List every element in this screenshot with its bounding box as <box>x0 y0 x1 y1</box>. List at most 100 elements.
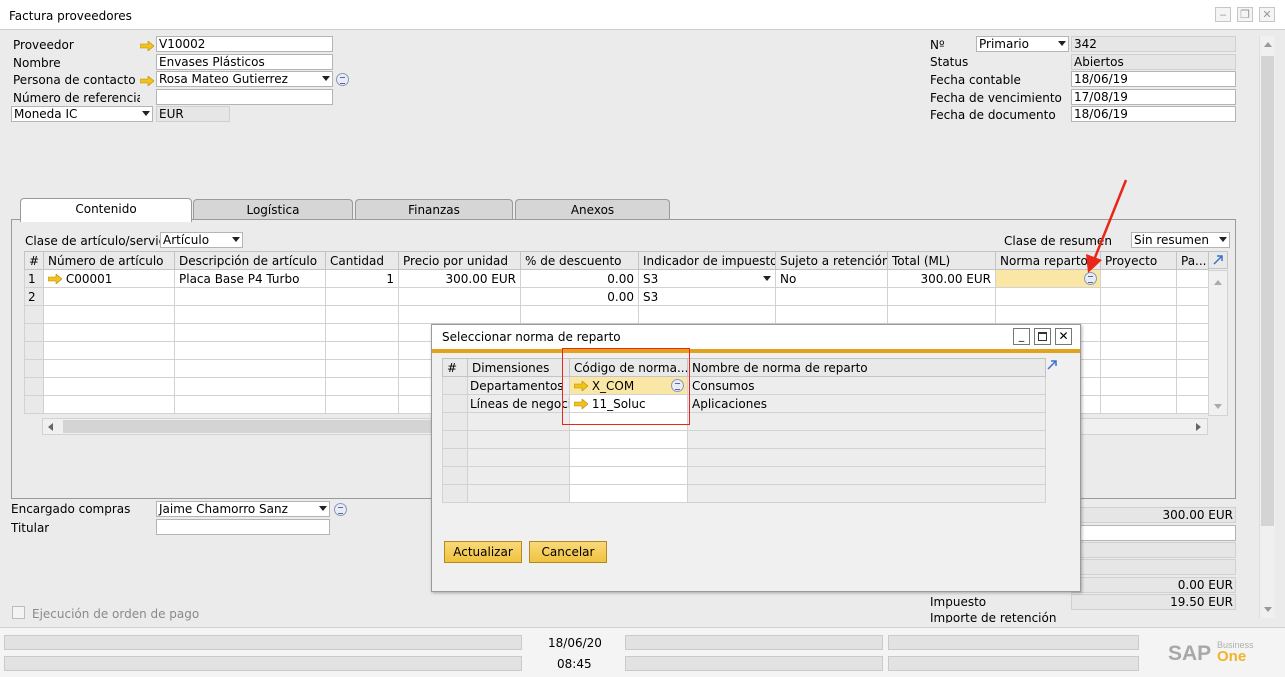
table-row[interactable]: 2 0.00 S3 <box>24 287 1209 306</box>
total-cell[interactable]: 300.00 EUR <box>887 269 996 288</box>
fecha-vencimiento-field[interactable]: 17/08/19 <box>1071 89 1236 105</box>
link-arrow-icon[interactable] <box>139 75 155 89</box>
table-row[interactable] <box>442 466 1046 485</box>
chevron-down-icon <box>1219 237 1227 242</box>
col-header[interactable]: Cantidad <box>325 251 399 270</box>
col-header[interactable]: # <box>442 358 468 377</box>
dialog-accent-bar <box>432 349 1080 353</box>
col-header[interactable]: # <box>24 251 44 270</box>
list-icon[interactable] <box>334 503 347 516</box>
moneda-field: EUR <box>156 106 230 122</box>
retencion-cell[interactable]: No <box>775 269 888 288</box>
descuento-cell[interactable]: 0.00 <box>520 269 639 288</box>
descuento-pct-field[interactable] <box>1071 525 1236 541</box>
link-arrow-icon[interactable] <box>139 40 155 54</box>
fecha-contable-field[interactable]: 18/06/19 <box>1071 71 1236 87</box>
table-row[interactable] <box>442 448 1046 467</box>
minimize-button[interactable]: ‒ <box>1215 7 1231 22</box>
contacto-label: Persona de contacto <box>13 73 136 87</box>
tab-logistica[interactable]: Logística <box>193 199 353 220</box>
scroll-up-icon[interactable] <box>1214 280 1222 285</box>
grid-vscrollbar[interactable] <box>1208 270 1228 416</box>
descuento-cell[interactable]: 0.00 <box>520 287 639 306</box>
norma-reparto-dialog: Seleccionar norma de reparto _ ✕ # Dimen… <box>431 324 1081 592</box>
cantidad-cell[interactable] <box>325 287 399 306</box>
pa-cell[interactable] <box>1176 269 1209 288</box>
scroll-right-icon[interactable] <box>1196 423 1201 431</box>
col-header[interactable]: Sujeto a retención <box>775 251 888 270</box>
norma-reparto-cell[interactable] <box>995 287 1101 306</box>
status-box <box>625 656 883 671</box>
titular-field[interactable] <box>156 519 330 535</box>
precio-cell[interactable]: 300.00 EUR <box>398 269 521 288</box>
scroll-up-icon[interactable] <box>1264 42 1272 47</box>
encargado-select[interactable]: Jaime Chamorro Sanz <box>156 501 330 517</box>
dialog-close-button[interactable]: ✕ <box>1055 328 1072 345</box>
col-header[interactable]: % de descuento <box>520 251 639 270</box>
scroll-left-icon[interactable] <box>48 423 53 431</box>
grid-header-row: # Número de artículo Descripción de artí… <box>24 251 1209 270</box>
descripcion-cell[interactable] <box>174 287 326 306</box>
col-header[interactable]: Pa... <box>1176 251 1209 270</box>
ejecucion-checkbox[interactable] <box>12 606 25 619</box>
close-button[interactable]: ✕ <box>1259 7 1275 22</box>
chevron-down-icon <box>763 276 771 281</box>
articulo-cell[interactable]: C00001 <box>43 269 175 288</box>
maximize-button[interactable]: ❐ <box>1237 7 1253 22</box>
table-row[interactable]: Líneas de negocio 11_Soluc Aplicaciones <box>442 394 1046 413</box>
contacto-select[interactable]: Rosa Mateo Gutierrez <box>156 71 333 87</box>
col-header[interactable]: Número de artículo <box>43 251 175 270</box>
articulo-cell[interactable] <box>43 287 175 306</box>
impuesto-cell[interactable]: S3 <box>638 269 776 288</box>
scroll-down-icon[interactable] <box>1214 404 1222 409</box>
fecha-documento-field[interactable]: 18/06/19 <box>1071 106 1236 122</box>
table-row[interactable]: 1 C00001 Placa Base P4 Turbo 1 300.00 EU… <box>24 269 1209 288</box>
col-header[interactable]: Precio por unidad <box>398 251 521 270</box>
descripcion-cell[interactable]: Placa Base P4 Turbo <box>174 269 326 288</box>
total-cell[interactable] <box>887 287 996 306</box>
expand-grid-icon[interactable] <box>1045 358 1059 372</box>
cancelar-button[interactable]: Cancelar <box>529 541 607 563</box>
status-time: 08:45 <box>557 657 592 671</box>
dimension-cell: Departamentos <box>467 376 570 395</box>
dialog-grid: # Dimensiones Código de norma... Nombre … <box>442 358 1046 503</box>
table-row[interactable]: Departamentos X_COM Consumos <box>442 376 1046 395</box>
impuesto-cell[interactable]: S3 <box>638 287 776 306</box>
col-header[interactable]: Indicador de impuestos <box>638 251 776 270</box>
list-icon[interactable] <box>336 73 349 86</box>
moneda-select[interactable]: Moneda IC <box>11 106 153 122</box>
actualizar-button[interactable]: Actualizar <box>444 541 522 563</box>
col-header[interactable]: Total (ML) <box>887 251 996 270</box>
cantidad-cell[interactable]: 1 <box>325 269 399 288</box>
clase-select[interactable]: Artículo <box>160 232 243 248</box>
row-number: 2 <box>24 287 44 306</box>
col-header[interactable]: Nombre de norma de reparto <box>687 358 1046 377</box>
expand-grid-icon[interactable] <box>1208 251 1228 269</box>
col-header[interactable]: Descripción de artículo <box>174 251 326 270</box>
scroll-down-icon[interactable] <box>1264 607 1272 612</box>
referencia-field[interactable] <box>156 89 333 105</box>
tab-anexos[interactable]: Anexos <box>515 199 670 220</box>
main-scrollbar[interactable] <box>1259 36 1275 618</box>
table-row[interactable] <box>24 305 1209 324</box>
dialog-maximize-button[interactable] <box>1034 328 1051 345</box>
retencion-cell[interactable] <box>775 287 888 306</box>
dialog-minimize-button[interactable]: _ <box>1013 328 1030 345</box>
proyecto-cell[interactable] <box>1100 287 1177 306</box>
pa-cell[interactable] <box>1176 287 1209 306</box>
annotation-box <box>562 348 690 425</box>
table-row[interactable] <box>442 484 1046 503</box>
fecha-contable-label: Fecha contable <box>930 73 1021 87</box>
precio-cell[interactable] <box>398 287 521 306</box>
table-row[interactable] <box>442 412 1046 431</box>
encargado-value: Jaime Chamorro Sanz <box>159 502 288 516</box>
scroll-thumb[interactable] <box>1261 56 1274 526</box>
tab-finanzas[interactable]: Finanzas <box>355 199 513 220</box>
table-row[interactable] <box>442 430 1046 449</box>
serie-select[interactable]: Primario <box>976 36 1069 52</box>
resumen-select[interactable]: Sin resumen <box>1131 232 1230 248</box>
proveedor-field[interactable]: V10002 <box>156 36 333 52</box>
col-header[interactable]: Dimensiones <box>467 358 570 377</box>
tab-contenido[interactable]: Contenido <box>20 198 192 222</box>
nombre-field[interactable]: Envases Plásticos <box>156 54 333 70</box>
